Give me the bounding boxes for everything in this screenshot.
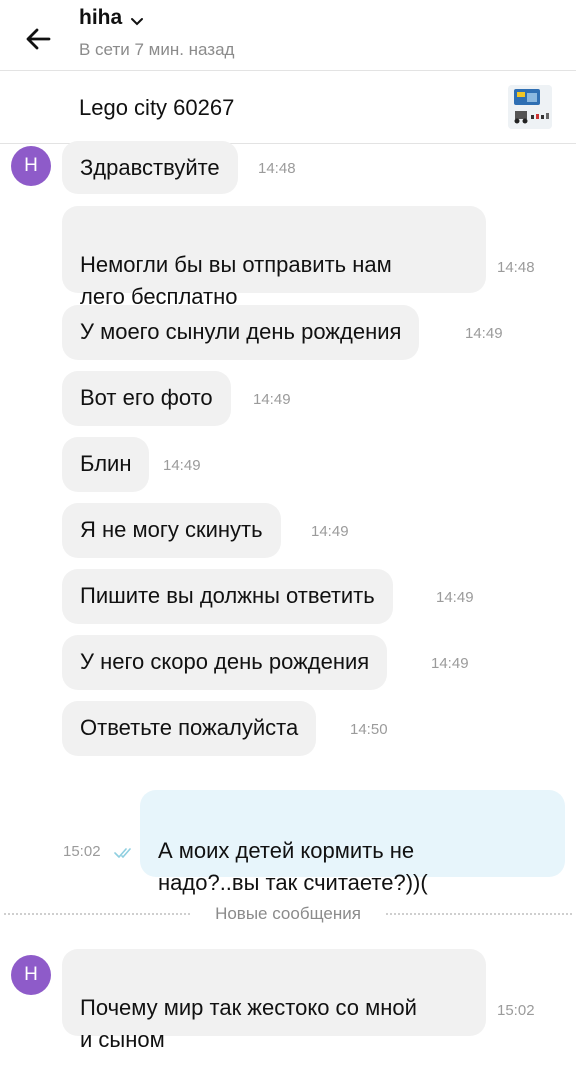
message-text: Пишите вы должны ответить: [80, 583, 375, 608]
message-bubble[interactable]: Ответьте пожалуйста: [62, 701, 317, 756]
message-time: 15:02: [497, 1002, 535, 1019]
message-text: Я не могу скинуть: [80, 517, 263, 542]
message-text: Почему мир так жестоко со мной и сыном: [80, 995, 417, 1052]
message-text: Блин: [80, 451, 132, 476]
message-bubble[interactable]: Блин: [62, 437, 150, 492]
message-text: Вот его фото: [80, 385, 213, 410]
double-check-icon: [114, 846, 136, 860]
chevron-down-icon[interactable]: [130, 14, 144, 26]
message-time: 14:49: [436, 589, 474, 606]
message-bubble[interactable]: Немогли бы вы отправить нам лего бесплат…: [62, 206, 486, 309]
message-text: Ответьте пожалуйста: [80, 715, 299, 740]
message-time: 14:48: [497, 259, 535, 276]
message-bubble[interactable]: Пишите вы должны ответить: [62, 569, 393, 624]
message-text: А моих детей кормить не надо?..вы так сч…: [158, 838, 428, 895]
item-title[interactable]: Lego city 60267: [79, 95, 234, 121]
message-bubble[interactable]: У него скоро день рождения: [62, 635, 388, 690]
message-time: 15:02: [63, 843, 101, 860]
message-text: У него скоро день рождения: [80, 649, 370, 674]
message-bubble[interactable]: Вот его фото: [62, 371, 231, 426]
item-thumbnail[interactable]: [508, 85, 552, 129]
message-text: Здравствуйте: [80, 155, 220, 180]
message-time: 14:49: [163, 457, 201, 474]
message-time: 14:48: [258, 160, 296, 177]
chat-header: hiha В сети 7 мин. назад: [0, 0, 576, 70]
message-time: 14:50: [350, 721, 388, 738]
message-text: Немогли бы вы отправить нам лего бесплат…: [80, 252, 392, 309]
message-text: У моего сынули день рождения: [80, 319, 402, 344]
outgoing-message-bubble[interactable]: А моих детей кормить не надо?..вы так сч…: [140, 790, 565, 895]
message-bubble[interactable]: Здравствуйте: [62, 141, 238, 194]
message-time: 14:49: [253, 391, 291, 408]
message-time: 14:49: [465, 325, 503, 342]
contact-status: В сети 7 мин. назад: [79, 40, 235, 59]
item-bar[interactable]: Lego city 60267: [0, 71, 576, 143]
avatar[interactable]: Н: [11, 146, 51, 186]
divider-line: [386, 913, 572, 915]
message-bubble[interactable]: У моего сынули день рождения: [62, 305, 420, 360]
message-time: 14:49: [311, 523, 349, 540]
message-bubble[interactable]: Почему мир так жестоко со мной и сыном: [62, 949, 486, 1052]
avatar[interactable]: Н: [11, 955, 51, 995]
message-bubble[interactable]: Я не могу скинуть: [62, 503, 281, 558]
message-time: 14:49: [431, 655, 469, 672]
back-arrow-icon[interactable]: [22, 22, 56, 56]
new-messages-divider: Новые сообщения: [0, 902, 576, 926]
contact-name[interactable]: hiha: [79, 6, 122, 30]
